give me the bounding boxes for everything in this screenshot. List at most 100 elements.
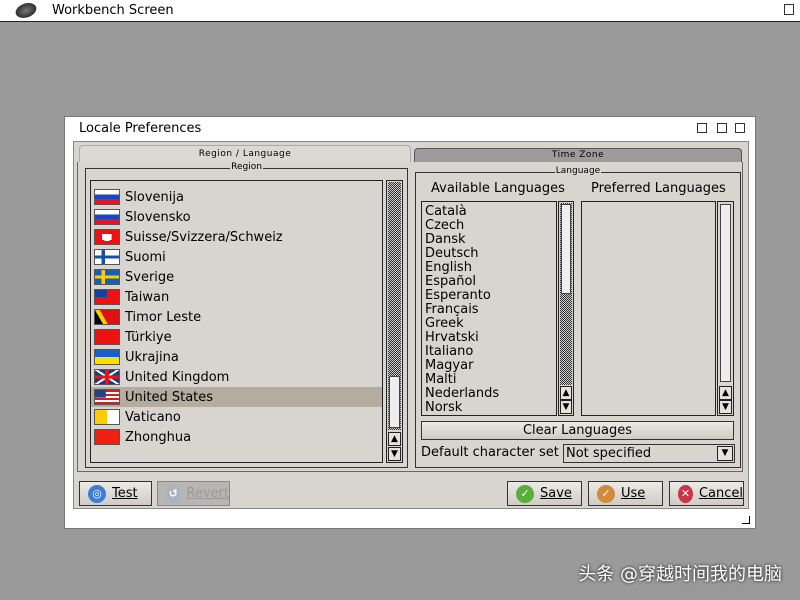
language-label: Language [555,166,601,176]
available-scrollbar[interactable]: ▲ ▼ [558,201,574,416]
clear-languages-button[interactable]: Clear Languages [421,421,734,440]
save-label: Save [540,486,572,501]
sweden-flag-icon [94,269,120,285]
region-item[interactable]: Slovensko [91,207,382,227]
language-item[interactable]: Magyar [422,359,556,373]
language-item[interactable]: Norsk [422,401,556,415]
tab-region-language[interactable]: Region / Language [79,145,411,162]
zoom-icon[interactable] [717,123,727,133]
language-item[interactable]: Español [422,275,556,289]
language-item[interactable]: Malti [422,373,556,387]
charset-label: Default character set [421,445,559,460]
vatican-flag-icon [94,409,120,425]
depth-icon[interactable] [735,123,745,133]
region-item-label: Sverige [125,270,174,285]
preferred-languages-header: Preferred Languages [591,181,726,196]
test-label: Test [112,486,138,501]
language-item[interactable]: Deutsch [422,247,556,261]
region-item-label: Vaticano [125,410,181,425]
watermark: 头条 @穿越时间我的电脑 [578,560,782,586]
language-item[interactable]: Italiano [422,345,556,359]
resize-handle[interactable] [742,516,750,524]
screen-title: Workbench Screen [52,3,174,18]
charset-value: Not specified [566,446,651,461]
slovenia-flag-icon [94,189,120,205]
window-body: Region / Language Time Zone Region Slove… [73,141,749,509]
region-item[interactable]: Slovenija [91,187,382,207]
language-item[interactable]: Français [422,303,556,317]
language-item[interactable]: Greek [422,317,556,331]
uk-flag-icon [94,369,120,385]
revert-icon: ↺ [166,485,180,503]
language-item[interactable]: Nederlands [422,387,556,401]
use-label: Use [621,486,645,501]
taiwan-flag-icon [94,289,120,305]
region-item[interactable]: Suomi [91,247,382,267]
east-timor-flag-icon [94,309,120,325]
region-item[interactable]: Türkiye [91,327,382,347]
region-item-label: Ukrajina [125,350,179,365]
save-button[interactable]: ✓Save [507,481,582,506]
window-title: Locale Preferences [79,121,201,136]
tab-time-zone[interactable]: Time Zone [414,148,742,162]
language-item[interactable]: Dansk [422,233,556,247]
scroll-down-icon[interactable]: ▼ [719,400,732,414]
preferred-scrollbar[interactable]: ▲ ▼ [717,201,734,416]
finland-flag-icon [94,249,120,265]
locale-preferences-window: Locale Preferences Region / Language Tim… [64,116,756,529]
region-list[interactable]: SlovenijaSlovensko Suisse/Svizzera/Schwei… [90,180,383,463]
language-item[interactable]: Hrvatski [422,331,556,345]
cancel-button[interactable]: ✕Cancel [669,481,744,506]
chevron-down-icon: ▼ [717,446,733,461]
charset-select[interactable]: Not specified ▼ [563,444,735,463]
region-item[interactable]: Ukrajina [91,347,382,367]
iconify-icon[interactable] [697,123,707,133]
region-group: Region SlovenijaSlovenskoSuisse/Svizzera… [85,168,408,468]
check-icon: ✓ [597,485,615,503]
use-button[interactable]: ✓ Use [588,481,663,506]
scroll-up-icon[interactable]: ▲ [388,432,401,446]
scroll-up-icon[interactable]: ▲ [560,386,572,400]
screen-title-bar: Workbench Screen [0,0,800,22]
region-scrollbar[interactable]: ▲ ▼ [386,180,403,463]
scroll-down-icon[interactable]: ▼ [560,400,572,414]
china-flag-icon [94,429,120,445]
revert-label: Revert [186,486,229,501]
region-item-label: Suisse/Svizzera/Schweiz [125,230,283,245]
ukraine-flag-icon [94,349,120,365]
slovakia-flag-icon [94,209,120,225]
language-item[interactable]: Esperanto [422,289,556,303]
region-item[interactable]: Suisse/Svizzera/Schweiz [91,227,382,247]
region-item[interactable]: Zhonghua [91,427,382,447]
region-label: Region [230,162,263,172]
region-item-label: Taiwan [125,290,169,305]
revert-button: ↺ Revert [157,481,230,506]
region-item[interactable]: Sverige [91,267,382,287]
region-item[interactable]: Vaticano [91,407,382,427]
language-group: Language Available Languages Preferred L… [415,172,741,468]
test-button[interactable]: ◎ Test [79,481,152,506]
language-item[interactable]: English [422,261,556,275]
usa-flag-icon [94,389,120,405]
region-item[interactable]: United Kingdom [91,367,382,387]
available-languages-list[interactable]: CatalàCzechDanskDeutschEnglishEspañolEsp… [421,201,557,416]
region-item[interactable]: Taiwan [91,287,382,307]
region-item[interactable]: United States [91,387,382,407]
scroll-down-icon[interactable]: ▼ [388,447,401,461]
region-item-label: Zhonghua [125,430,191,445]
region-item-label: United States [125,390,213,405]
region-item[interactable]: Timor Leste [91,307,382,327]
magnifier-icon: ◎ [88,485,106,503]
available-languages-header: Available Languages [431,181,565,196]
language-item[interactable]: Català [422,205,556,219]
scroll-up-icon[interactable]: ▲ [719,386,732,400]
cancel-label: Cancel [699,486,743,501]
workbench-logo-icon [13,3,38,18]
preferred-languages-list[interactable] [581,201,716,416]
screen-depth-icon[interactable] [784,4,794,15]
region-item-label: United Kingdom [125,370,229,385]
language-item[interactable]: Czech [422,219,556,233]
switzerland-flag-icon [94,229,120,245]
tab-panel: Region SlovenijaSlovensko Suisse/Svizzera… [77,162,743,472]
turkey-flag-icon [94,329,120,345]
